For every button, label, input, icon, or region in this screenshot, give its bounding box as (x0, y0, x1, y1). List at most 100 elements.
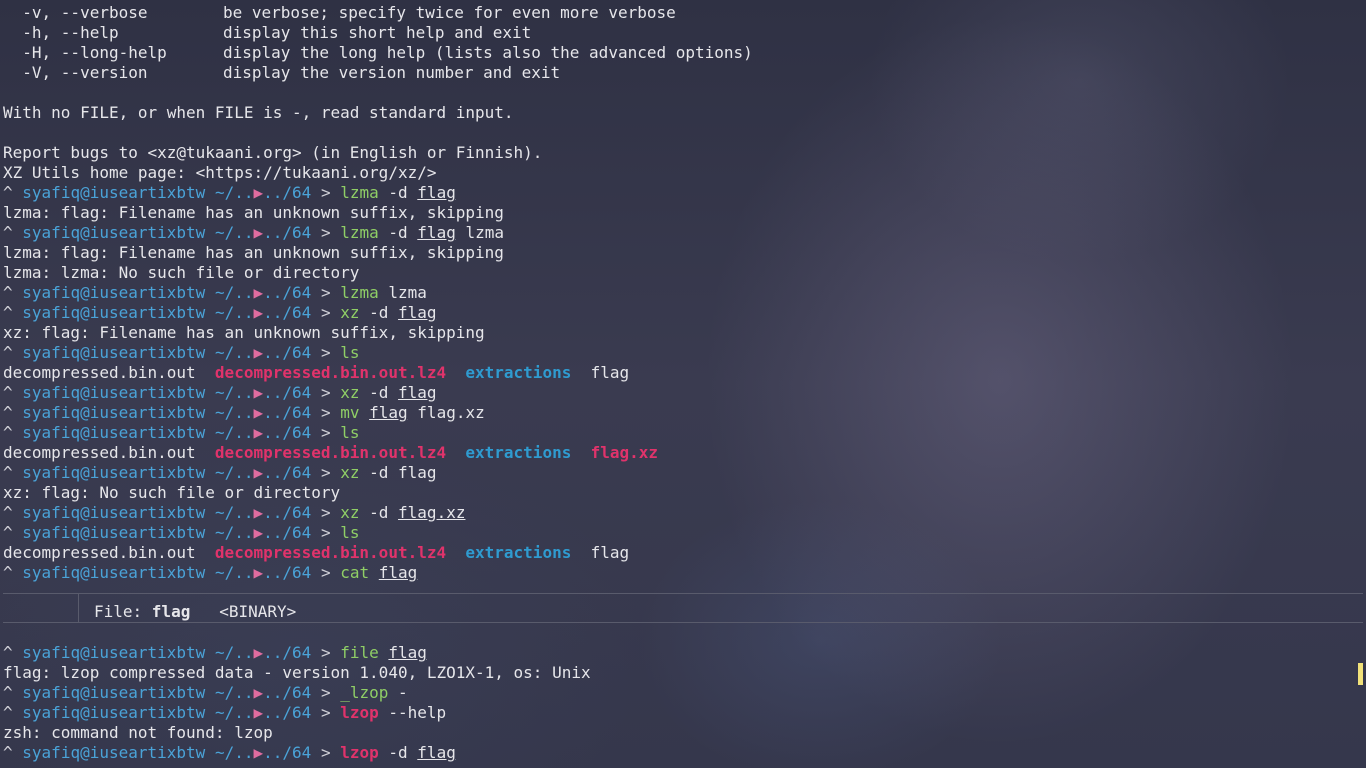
terminal-window[interactable]: -v, --verbose be verbose; specify twice f… (3, 3, 1363, 768)
command: mv (340, 403, 360, 422)
prompt-user-host: syafiq@iuseartixbtw (22, 283, 206, 302)
prompt-path: .. (234, 703, 254, 722)
prompt-caret: ^ (3, 403, 13, 422)
prompt-path: .. (234, 223, 254, 242)
command: _lzop (340, 683, 389, 702)
prompt-caret: ^ (3, 343, 13, 362)
prompt-arrow: > (320, 383, 331, 402)
prompt-caret: ^ (3, 683, 13, 702)
folder-icon: ▶ (253, 423, 264, 442)
prompt-line: ^ syafiq@iuseartixbtw ~/..▶../64 > cat f… (3, 563, 1363, 583)
prompt-path: ~/ (214, 503, 235, 522)
prompt-path: ../64 (263, 683, 312, 702)
option-flag: -v, --verbose (3, 3, 148, 22)
prompt-path: ../64 (263, 303, 312, 322)
prompt-arrow: > (320, 343, 331, 362)
file-arg: flag (417, 223, 456, 242)
file-arg: flag (398, 303, 437, 322)
option-flag: -V, --version (3, 63, 148, 82)
prompt-path: ../64 (263, 223, 312, 242)
ls-file: decompressed.bin.out (3, 543, 196, 562)
option-flag: -h, --help (3, 23, 119, 42)
prompt-user-host: syafiq@iuseartixbtw (22, 403, 206, 422)
folder-icon: ▶ (253, 703, 264, 722)
ls-directory: extractions (465, 543, 572, 562)
file-arg: flag (417, 743, 456, 762)
prompt-path: ../64 (263, 703, 312, 722)
prompt-arrow: > (320, 643, 331, 662)
prompt-path: .. (234, 283, 254, 302)
prompt-path: .. (234, 463, 254, 482)
prompt-user-host: syafiq@iuseartixbtw (22, 703, 206, 722)
output-line: xz: flag: Filename has an unknown suffix… (3, 323, 485, 342)
ls-archive: decompressed.bin.out.lz4 (214, 443, 447, 462)
help-option-line: -H, --long-help display the long help (li… (3, 43, 1363, 63)
prompt-caret: ^ (3, 643, 13, 662)
current-input-line[interactable]: ^ syafiq@iuseartixbtw ~/..▶../64 > lzop … (3, 743, 1363, 763)
command-args: -d (369, 383, 389, 402)
command: ls (340, 523, 360, 542)
prompt-user-host: syafiq@iuseartixbtw (22, 523, 206, 542)
prompt-path: ~/ (214, 223, 235, 242)
prompt-path: .. (234, 643, 254, 662)
prompt-arrow: > (320, 423, 331, 442)
command-args: lzma (465, 223, 504, 242)
prompt-path: ~/ (214, 563, 235, 582)
output-line: lzma: flag: Filename has an unknown suff… (3, 243, 504, 262)
command-args: -d (388, 223, 408, 242)
file-arg: flag (417, 183, 456, 202)
help-option-line: -V, --version display the version number … (3, 63, 1363, 83)
prompt-path: ../64 (263, 183, 312, 202)
folder-icon: ▶ (253, 303, 264, 322)
ls-archive: decompressed.bin.out.lz4 (214, 363, 447, 382)
command-args: --help (388, 703, 447, 722)
file-arg: flag (388, 643, 427, 662)
prompt-caret: ^ (3, 303, 13, 322)
prompt-user-host: syafiq@iuseartixbtw (22, 343, 206, 362)
command: ls (340, 343, 360, 362)
prompt-path: ../64 (263, 743, 312, 762)
bat-file-label: File: (94, 602, 152, 621)
prompt-arrow: > (320, 403, 331, 422)
prompt-path: .. (234, 503, 254, 522)
command-args: flag.xz (417, 403, 485, 422)
prompt-line: ^ syafiq@iuseartixbtw ~/..▶../64 > ls (3, 343, 1363, 363)
prompt-arrow: > (320, 283, 331, 302)
bat-bottom-rule (3, 622, 1363, 643)
prompt-path: ../64 (263, 563, 312, 582)
prompt-user-host: syafiq@iuseartixbtw (22, 423, 206, 442)
prompt-arrow: > (320, 463, 331, 482)
folder-icon: ▶ (253, 463, 264, 482)
prompt-caret: ^ (3, 283, 13, 302)
command-args: flag (398, 463, 437, 482)
prompt-user-host: syafiq@iuseartixbtw (22, 463, 206, 482)
prompt-caret: ^ (3, 223, 13, 242)
command: xz (340, 303, 360, 322)
command: cat (340, 563, 370, 582)
prompt-path: ../64 (263, 283, 312, 302)
file-arg: flag (398, 383, 437, 402)
prompt-caret: ^ (3, 703, 13, 722)
output-line: With no FILE, or when FILE is -, read st… (3, 103, 514, 122)
file-arg: flag.xz (398, 503, 466, 522)
prompt-path: ~/ (214, 283, 235, 302)
prompt-arrow: > (320, 523, 331, 542)
command: lzma (340, 223, 379, 242)
prompt-user-host: syafiq@iuseartixbtw (22, 303, 206, 322)
prompt-path: ~/ (214, 183, 235, 202)
prompt-caret: ^ (3, 503, 13, 522)
prompt-arrow: > (320, 683, 331, 702)
command: xz (340, 463, 360, 482)
folder-icon: ▶ (253, 563, 264, 582)
prompt-line: ^ syafiq@iuseartixbtw ~/..▶../64 > file … (3, 643, 1363, 663)
command: ls (340, 423, 360, 442)
ls-file: flag (590, 543, 630, 562)
prompt-arrow: > (320, 503, 331, 522)
prompt-line: ^ syafiq@iuseartixbtw ~/..▶../64 > lzma … (3, 223, 1363, 243)
output-line: lzma: lzma: No such file or directory (3, 263, 360, 282)
prompt-user-host: syafiq@iuseartixbtw (22, 643, 206, 662)
output-line: XZ Utils home page: <https://tukaani.org… (3, 163, 437, 182)
command-args: -d (388, 743, 408, 762)
output-line: flag: lzop compressed data - version 1.0… (3, 663, 591, 682)
